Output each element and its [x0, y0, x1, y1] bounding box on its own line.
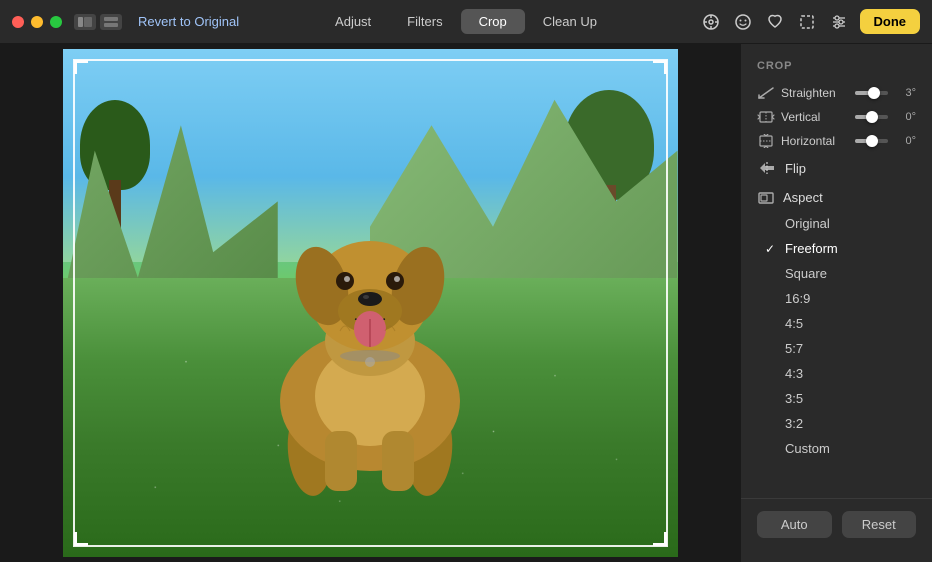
vertical-label: Vertical [781, 110, 849, 124]
flip-label: Flip [785, 161, 806, 176]
aspect-item-3-5[interactable]: 3:5 [741, 386, 932, 411]
straighten-icon [757, 86, 775, 100]
aspect-label-5-7: 5:7 [785, 341, 803, 356]
aspect-label-4-3: 4:3 [785, 366, 803, 381]
auto-button[interactable]: Auto [757, 511, 832, 538]
aspect-label-3-2: 3:2 [785, 416, 803, 431]
adjust-icon[interactable] [828, 11, 850, 33]
tab-filters[interactable]: Filters [389, 9, 460, 34]
main-content: CROP Straighten 3° [0, 44, 932, 562]
window-controls [74, 14, 122, 30]
tab-crop[interactable]: Crop [461, 9, 525, 34]
view-toggle[interactable] [100, 14, 122, 30]
horizontal-slider-row: Horizontal 0° [741, 130, 932, 152]
flip-action[interactable]: Flip [741, 154, 932, 182]
toolbar-right: Done [700, 9, 921, 34]
horizontal-label: Horizontal [781, 134, 849, 148]
minimize-button[interactable] [31, 16, 43, 28]
vertical-value: 0° [894, 111, 916, 123]
aspect-section: Aspect Original ✓ Freeform Square [741, 186, 932, 461]
close-button[interactable] [12, 16, 24, 28]
tab-cleanup[interactable]: Clean Up [525, 9, 615, 34]
aspect-label-16-9: 16:9 [785, 291, 810, 306]
vertical-slider-row: Vertical 0° [741, 106, 932, 128]
aspect-item-5-7[interactable]: 5:7 [741, 336, 932, 361]
aspect-header[interactable]: Aspect [741, 186, 932, 209]
photo-area[interactable] [0, 44, 740, 562]
straighten-value: 3° [894, 87, 916, 99]
titlebar: Revert to Original Adjust Filters Crop C… [0, 0, 932, 44]
aspect-item-square[interactable]: Square [741, 261, 932, 286]
maximize-button[interactable] [50, 16, 62, 28]
section-title: CROP [741, 56, 932, 82]
aspect-list: Original ✓ Freeform Square 16:9 [741, 211, 932, 461]
vertical-track[interactable] [855, 115, 888, 119]
flip-icon [757, 160, 777, 176]
aspect-title: Aspect [783, 190, 823, 205]
aspect-label-custom: Custom [785, 441, 830, 456]
emoji-icon[interactable] [732, 11, 754, 33]
revert-button[interactable]: Revert to Original [138, 14, 239, 29]
aspect-label-square: Square [785, 266, 827, 281]
aspect-item-4-5[interactable]: 4:5 [741, 311, 932, 336]
aspect-item-16-9[interactable]: 16:9 [741, 286, 932, 311]
check-freeform: ✓ [765, 242, 781, 256]
nav-tabs: Adjust Filters Crop Clean Up [317, 9, 615, 34]
aspect-item-3-2[interactable]: 3:2 [741, 411, 932, 436]
reset-button[interactable]: Reset [842, 511, 917, 538]
photo-container [63, 49, 678, 557]
aspect-item-4-3[interactable]: 4:3 [741, 361, 932, 386]
dog [230, 201, 510, 501]
straighten-slider-row: Straighten 3° [741, 82, 932, 104]
aspect-icon [757, 191, 775, 205]
straighten-track[interactable] [855, 91, 888, 95]
location-icon[interactable] [700, 11, 722, 33]
horizontal-icon [757, 134, 775, 148]
sidebar: CROP Straighten 3° [740, 44, 932, 562]
aspect-label-4-5: 4:5 [785, 316, 803, 331]
aspect-item-custom[interactable]: Custom [741, 436, 932, 461]
heart-icon[interactable] [764, 11, 786, 33]
aspect-item-freeform[interactable]: ✓ Freeform [741, 236, 932, 261]
aspect-label-freeform: Freeform [785, 241, 838, 256]
horizontal-track[interactable] [855, 139, 888, 143]
traffic-lights [12, 16, 62, 28]
sidebar-toggle[interactable] [74, 14, 96, 30]
tab-adjust[interactable]: Adjust [317, 9, 389, 34]
aspect-label-3-5: 3:5 [785, 391, 803, 406]
horizontal-value: 0° [894, 135, 916, 147]
photo-background [63, 49, 678, 557]
crop-icon[interactable] [796, 11, 818, 33]
aspect-label-original: Original [785, 216, 830, 231]
done-button[interactable]: Done [860, 9, 921, 34]
straighten-label: Straighten [781, 86, 849, 100]
sidebar-footer: Auto Reset [741, 498, 932, 550]
vertical-icon [757, 110, 775, 124]
aspect-item-original[interactable]: Original [741, 211, 932, 236]
